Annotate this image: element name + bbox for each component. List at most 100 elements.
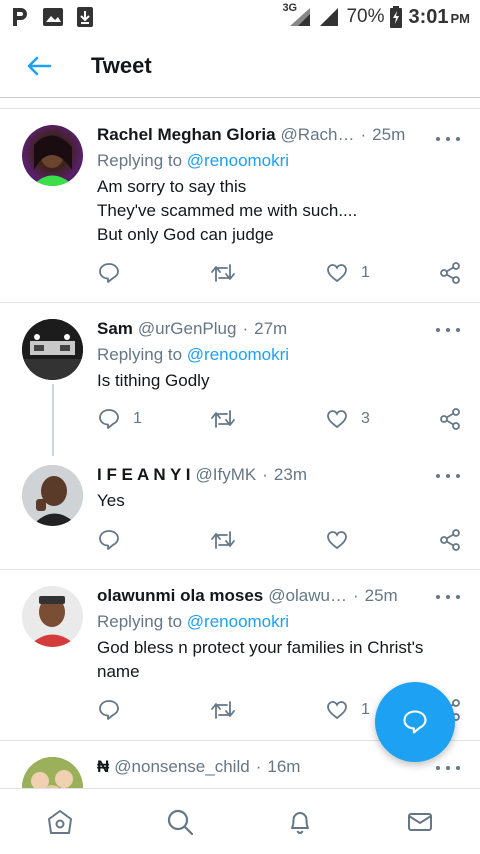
bottom-nav [0,788,480,854]
tweet-line: God bless n protect your families in Chr… [97,638,424,657]
reply-button[interactable] [97,261,121,285]
retweet-button[interactable] [210,698,236,722]
author-name[interactable]: olawunmi ola moses [97,586,263,606]
arrow-left-icon [27,56,52,75]
avatar[interactable] [22,465,83,526]
share-button[interactable] [438,261,462,285]
share-icon [440,408,460,430]
tweet-card[interactable]: Sam @urGenPlug · 27m Replying to @renoom… [0,303,480,449]
home-icon [48,809,72,834]
reply-button[interactable] [97,698,121,722]
reply-icon [99,530,119,550]
tweet-time: 23m [273,465,307,484]
replying-prefix: Replying to [97,612,187,631]
share-icon [440,529,460,551]
more-options-icon[interactable] [436,763,460,773]
mention-link[interactable]: @renoomokri [187,151,289,170]
share-button[interactable] [438,528,462,552]
mention-link[interactable]: @renoomokri [187,345,289,364]
reply-icon [99,700,119,720]
author-name[interactable]: Sam [97,319,133,339]
like-button[interactable] [325,528,349,552]
tweet-line: Am sorry to say this [97,177,247,196]
avatar[interactable] [22,125,83,186]
mention-link[interactable]: @renoomokri [187,612,289,631]
battery-charging-icon [390,6,403,28]
like-button[interactable]: 1 [325,261,370,285]
tweet-line: But only God can judge [97,225,274,244]
nav-messages[interactable] [360,789,480,854]
tweet-time: 16m [267,757,301,776]
replying-prefix: Replying to [97,151,187,170]
separator: · [352,586,359,605]
retweet-button[interactable] [210,528,236,552]
reply-button[interactable] [97,528,121,552]
tweet-line: name [97,662,140,681]
clock-time: 3:01 [408,5,449,28]
more-options-icon[interactable] [436,134,460,144]
retweet-button[interactable] [210,261,236,285]
retweet-icon [211,410,235,428]
like-button[interactable]: 3 [325,407,370,431]
author-name[interactable]: ₦ [97,757,109,777]
tweet-card[interactable]: I F E A N Y I @IfyMK · 23m Yes [0,449,480,569]
tweet-header: I F E A N Y I @IfyMK · 23m [97,465,427,485]
retweet-icon [211,531,235,549]
tweet-header: Rachel Meghan Gloria @Rach… · 25m [97,125,427,145]
search-icon [167,809,194,835]
separator: · [255,757,262,776]
clock-meridiem: PM [450,10,471,26]
tweet-content: I F E A N Y I @IfyMK · 23m Yes [97,465,427,513]
avatar[interactable] [22,586,83,647]
network-type: 3G [282,2,298,14]
avatar[interactable] [22,319,83,380]
author-handle[interactable]: @Rach… [281,125,355,145]
tweet-header: Sam @urGenPlug · 27m [97,319,427,339]
signal-3g-icon: 3G [282,2,312,28]
reply-button[interactable]: 1 [97,407,142,431]
author-handle[interactable]: @olawu… [268,586,347,606]
nav-search[interactable] [120,789,240,854]
like-button[interactable]: 1 [325,698,370,722]
more-options-icon[interactable] [436,471,460,481]
more-options-icon[interactable] [436,592,460,602]
download-icon [77,7,93,27]
mail-icon [408,812,432,831]
tweet-line: Yes [97,491,125,510]
signal-icon [320,8,339,26]
tweet-time: 25m [372,125,406,144]
like-count: 1 [361,701,370,718]
like-count: 3 [361,410,370,427]
nav-notifications[interactable] [240,789,360,854]
retweet-button[interactable] [210,407,236,431]
author-name[interactable]: I F E A N Y I [97,465,191,485]
separator: · [262,465,268,484]
tweet-actions [97,528,467,556]
status-bar-left [10,6,94,28]
tweet-content: olawunmi ola moses @olawu… · 25m Replyin… [97,586,457,684]
replying-to: Replying to @renoomokri [97,345,427,365]
tweet-text: Yes [97,489,427,513]
more-options-icon[interactable] [436,325,460,335]
tweet-time: 25m [364,586,398,605]
tweet-actions: 1 3 [97,407,467,435]
author-name[interactable]: Rachel Meghan Gloria [97,125,276,145]
replying-to: Replying to @renoomokri [97,151,427,171]
tweet-content: Rachel Meghan Gloria @Rach… · 25m Replyi… [97,125,427,247]
tweet-card[interactable]: Rachel Meghan Gloria @Rach… · 25m Replyi… [0,109,480,302]
compose-reply-button[interactable] [375,682,455,762]
tweet-text: Am sorry to say this They've scammed me … [97,175,427,247]
author-handle[interactable]: @IfyMK [196,465,257,485]
avatar[interactable] [22,757,83,788]
author-handle[interactable]: @urGenPlug [138,319,237,339]
author-handle[interactable]: @nonsense_child [114,757,249,777]
nav-home[interactable] [0,789,120,854]
tweet-line: Is tithing Godly [97,371,210,390]
thread-line [52,384,54,456]
reply-count: 1 [133,410,142,427]
back-button[interactable] [14,41,64,91]
bell-icon [291,811,309,834]
separator: · [242,319,249,338]
heart-icon [327,410,347,429]
share-button[interactable] [438,407,462,431]
